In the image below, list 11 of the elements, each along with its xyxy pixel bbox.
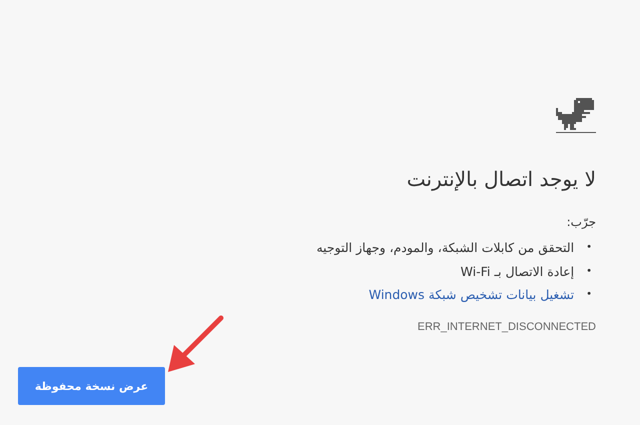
suggestion-text: التحقق من كابلات الشبكة، والمودم، وجهاز التوجيه bbox=[316, 239, 574, 257]
diagnostics-link[interactable]: تشغيل بيانات تشخيص شبكة Windows bbox=[368, 283, 574, 306]
dino-drawing bbox=[556, 98, 596, 134]
suggestions-heading: جرّب: bbox=[566, 214, 596, 230]
bullet: • bbox=[586, 288, 592, 302]
suggestion-text: إعادة الاتصال بـ Wi-Fi bbox=[460, 262, 574, 281]
show-saved-copy-button[interactable]: عرض نسخة محفوظة bbox=[18, 367, 165, 405]
page-heading: لا يوجد اتصال بالإنترنت bbox=[406, 166, 596, 193]
error-code: ERR_INTERNET_DISCONNECTED bbox=[418, 320, 596, 332]
bullet: • bbox=[586, 264, 592, 278]
bullet: • bbox=[586, 241, 592, 255]
